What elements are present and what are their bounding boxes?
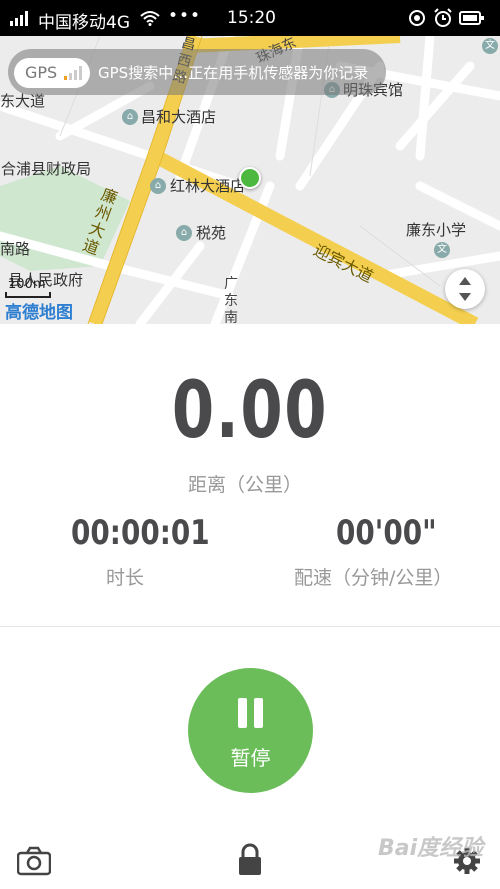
- school-icon: 文: [434, 242, 450, 258]
- map-label-tax-office: 税苑: [196, 224, 227, 242]
- alarm-icon: [434, 8, 452, 27]
- lock-icon[interactable]: [233, 843, 267, 877]
- expand-arrows-icon: [459, 277, 471, 301]
- map-label-finance-bureau: 合浦县财政局: [1, 160, 92, 178]
- battery-icon: [459, 11, 484, 25]
- clock: 15:20: [227, 8, 276, 28]
- map-logo: 高德地图: [5, 303, 73, 323]
- status-bar: 中国移动4G ••• 15:20: [0, 0, 500, 36]
- map-label-hotel-honglin: 红林大酒店: [170, 177, 246, 195]
- gps-message: GPS搜索中…正在用手机传感器为你记录: [98, 64, 369, 82]
- map-scale-label: 100m: [8, 277, 46, 292]
- map-label-school: 廉东小学: [406, 221, 467, 239]
- duration-label: 时长: [106, 567, 145, 589]
- signal-icon: [10, 11, 28, 26]
- pause-button[interactable]: 暂停: [188, 668, 313, 793]
- camera-icon[interactable]: [17, 846, 51, 876]
- gps-pill: GPS: [14, 58, 90, 88]
- map-toggle-button[interactable]: [445, 269, 485, 309]
- map-label-road-guangdong: 广东南: [224, 276, 238, 324]
- pause-icon: [254, 698, 263, 728]
- hotel-icon: ⌂: [122, 109, 138, 125]
- watermark: Bai度经验: [378, 836, 484, 861]
- wifi-icon: [140, 11, 160, 26]
- distance-label: 距离（公里）: [188, 474, 303, 496]
- map-label-hotel-changhe: 昌和大酒店: [141, 108, 217, 126]
- location-status-icon: [409, 10, 425, 26]
- distance-value: 0.00: [171, 366, 329, 456]
- pause-icon: [238, 698, 247, 728]
- school-icon: 文: [482, 38, 498, 54]
- more-dots: •••: [168, 6, 202, 26]
- pace-label: 配速（分钟/公里）: [294, 567, 453, 589]
- current-location-marker: [239, 167, 261, 189]
- carrier-label: 中国移动4G: [38, 13, 130, 33]
- pause-label: 暂停: [230, 746, 271, 770]
- map-label-road-south: 南路: [0, 240, 31, 258]
- office-icon: ⌂: [176, 225, 192, 241]
- gps-signal-icon: [64, 66, 82, 80]
- gps-pill-label: GPS: [25, 63, 58, 82]
- pace-value: 00'00": [336, 513, 437, 553]
- hotel-icon: ⌂: [150, 178, 166, 194]
- divider: [0, 626, 500, 627]
- duration-value: 00:00:01: [71, 513, 210, 553]
